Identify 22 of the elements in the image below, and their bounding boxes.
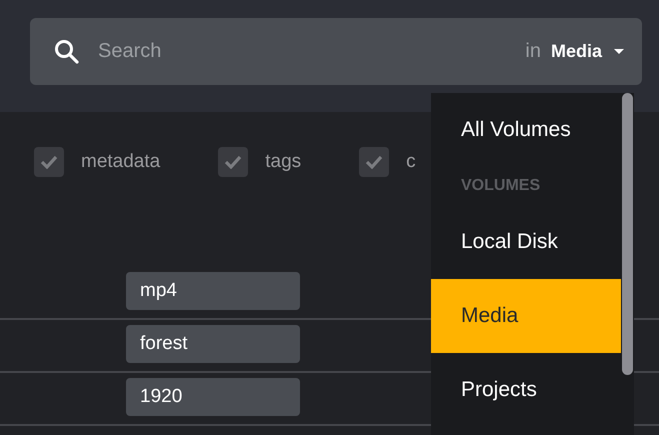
search-field[interactable]: Search in Media — [30, 18, 642, 85]
checkbox-label: metadata — [81, 150, 160, 174]
input-field[interactable]: forest — [126, 325, 300, 363]
checkmark-icon — [224, 155, 242, 169]
scrollbar-thumb[interactable] — [622, 93, 633, 375]
search-icon — [54, 38, 80, 64]
checkbox[interactable] — [359, 147, 390, 177]
caret-icon — [614, 48, 624, 54]
scope-selector[interactable]: in Media — [525, 40, 624, 63]
menu-item[interactable]: Local Disk — [431, 205, 621, 279]
checkbox-label: tags — [265, 150, 302, 174]
menu-section-header: VOLUMES — [460, 176, 542, 196]
input-field[interactable]: 1920 — [126, 378, 300, 416]
checkmark-icon — [365, 155, 384, 169]
input-field[interactable]: mp4 — [126, 272, 300, 310]
checkbox-label: c — [406, 150, 416, 174]
menu-item[interactable]: Projects — [431, 353, 621, 427]
menu-item[interactable]: Media — [431, 279, 621, 353]
checkbox[interactable] — [218, 147, 248, 177]
checkmark-icon — [40, 155, 58, 169]
menu-item[interactable]: All Volumes — [431, 93, 621, 167]
checkbox[interactable] — [34, 147, 64, 177]
